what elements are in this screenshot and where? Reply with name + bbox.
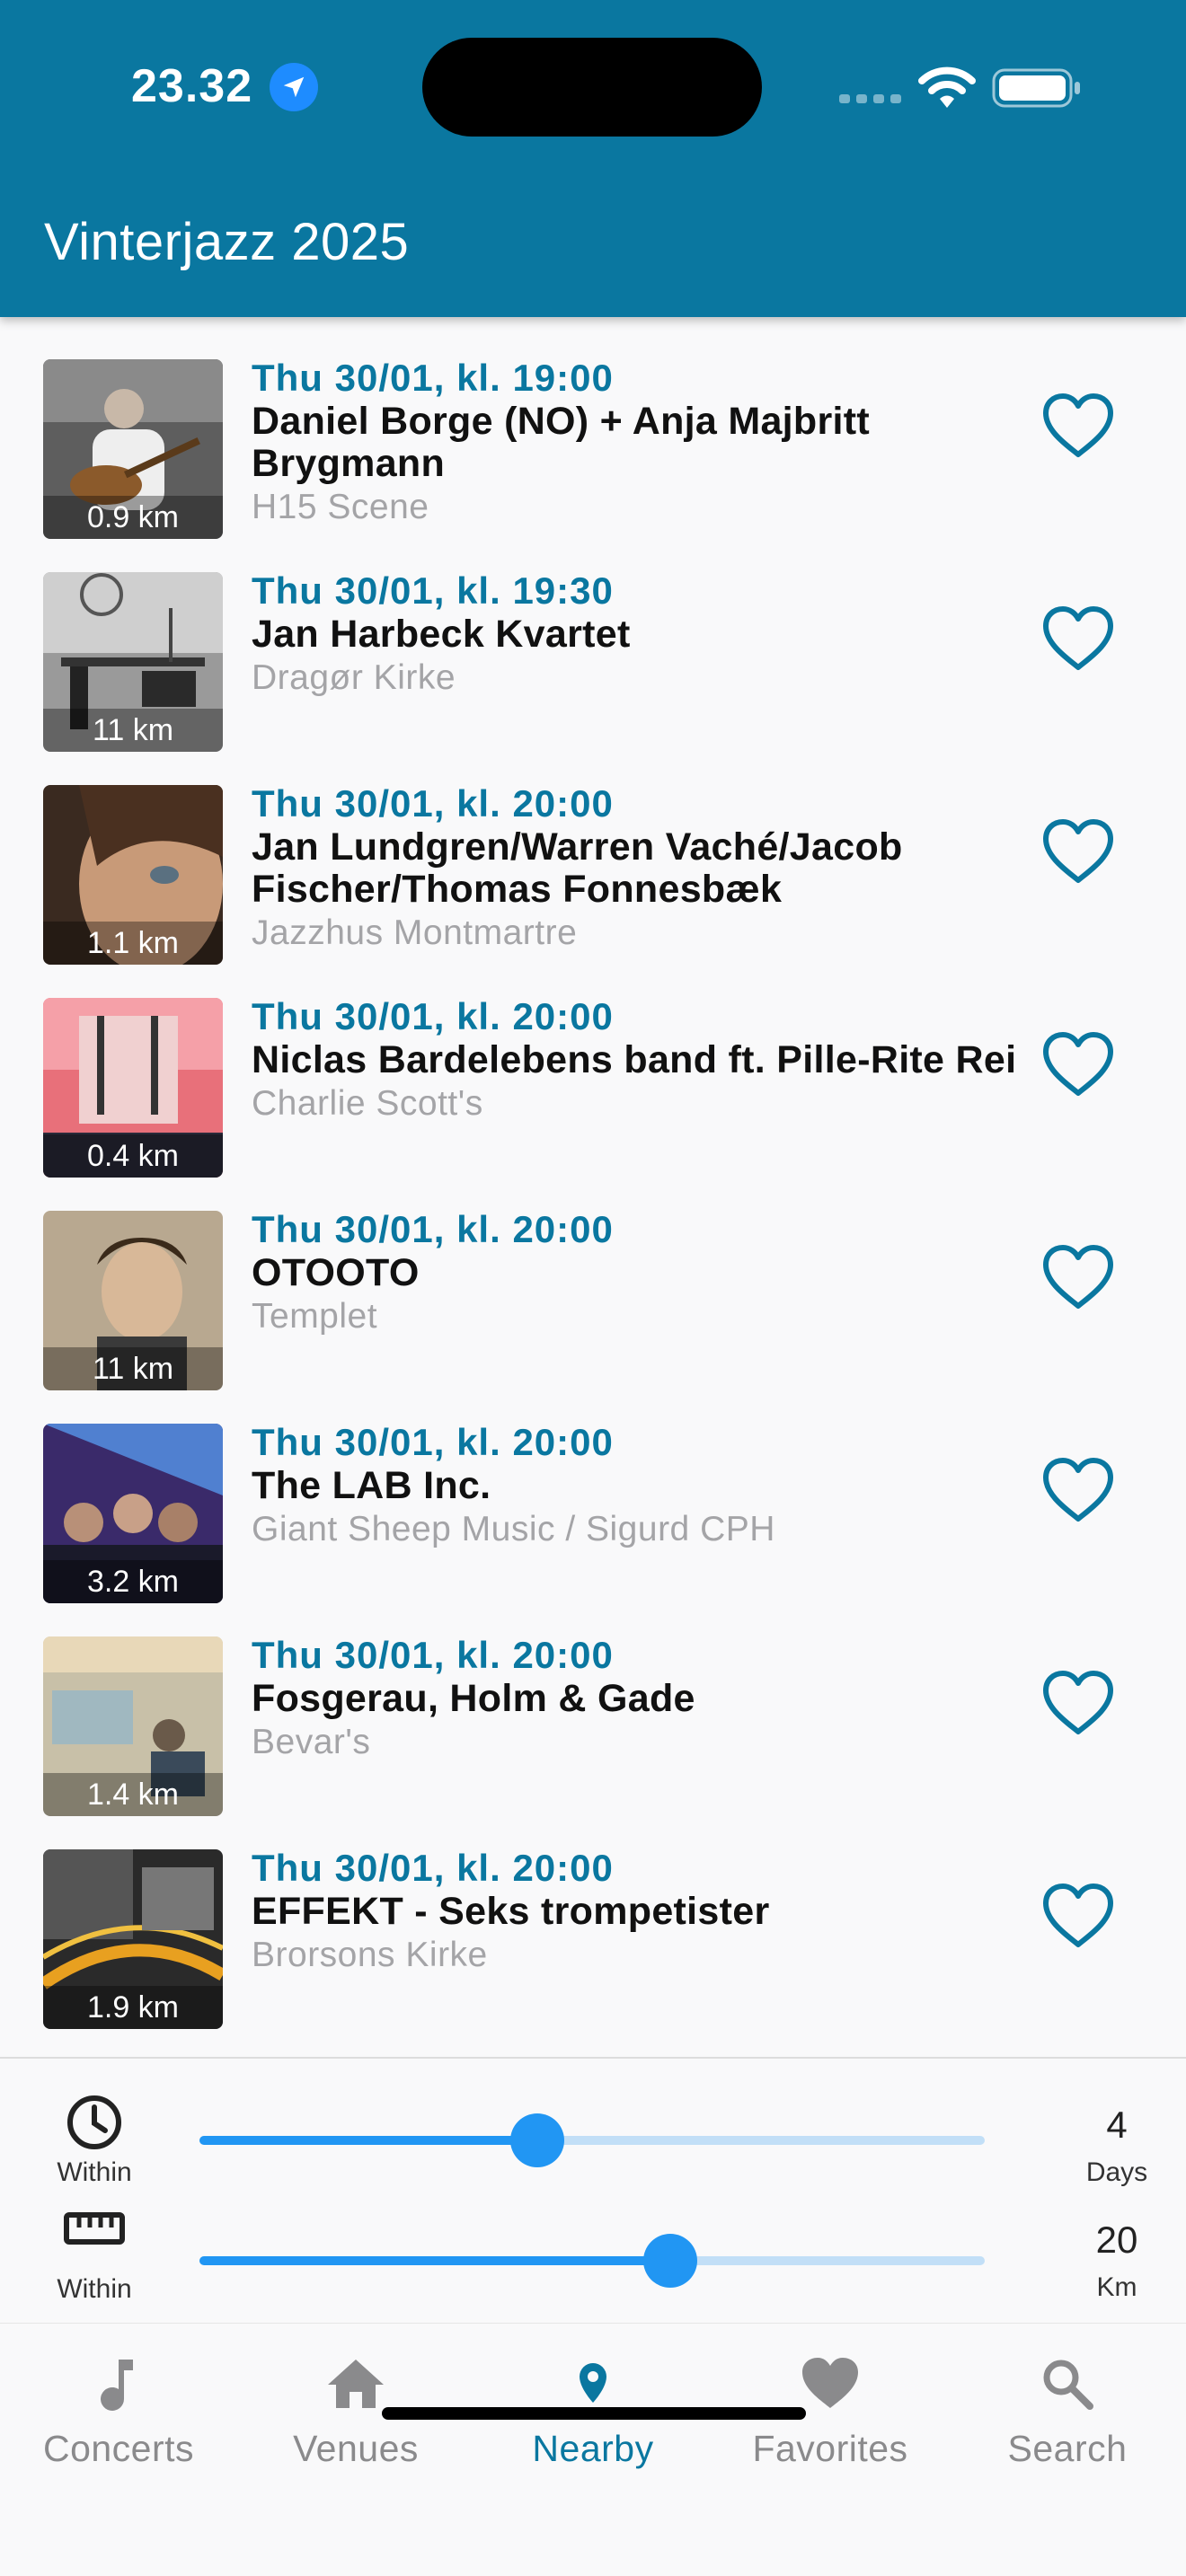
event-date: Thu 30/01, kl. 20:00 — [252, 1634, 614, 1676]
event-date: Thu 30/01, kl. 20:00 — [252, 995, 614, 1037]
km-slider-fill — [199, 2256, 670, 2265]
favorite-heart-icon[interactable] — [1040, 604, 1116, 673]
event-thumbnail: 0.9 km — [43, 359, 223, 539]
heart-icon — [802, 2358, 858, 2408]
event-row[interactable]: 11 km Thu 30/01, kl. 19:30 Jan Harbeck K… — [0, 569, 1186, 785]
event-row[interactable]: 0.9 km Thu 30/01, kl. 19:00 Daniel Borge… — [0, 357, 1186, 572]
event-venue: H15 Scene — [252, 488, 429, 526]
distance-label: 1.1 km — [43, 922, 223, 965]
time-filter-label: Within — [57, 2157, 132, 2187]
event-date: Thu 30/01, kl. 20:00 — [252, 1847, 614, 1889]
km-slider[interactable] — [199, 2234, 985, 2288]
wifi-icon — [918, 66, 976, 108]
nav-concerts[interactable]: Concerts — [0, 2352, 237, 2487]
dynamic-island — [422, 38, 762, 137]
distance-filter-label: Within — [57, 2274, 132, 2304]
event-row[interactable]: 0.4 km Thu 30/01, kl. 20:00 Niclas Barde… — [0, 995, 1186, 1211]
search-icon — [1043, 2360, 1093, 2410]
days-value: 4 — [1106, 2104, 1128, 2146]
event-title: Jan Harbeck Kvartet — [252, 613, 631, 656]
nav-label: Search — [1007, 2428, 1128, 2469]
distance-filter: Within 20 Km — [0, 2202, 1186, 2319]
days-unit: Days — [1085, 2157, 1148, 2187]
event-date: Thu 30/01, kl. 19:30 — [252, 569, 614, 612]
event-date: Thu 30/01, kl. 19:00 — [252, 357, 614, 399]
event-title: Daniel Borge (NO) + Anja Majbritt Brygma… — [252, 400, 871, 485]
ruler-icon — [64, 2212, 125, 2245]
app-header: 23.32 Vinterjazz 2025 — [0, 0, 1186, 317]
nav-nearby[interactable]: Nearby — [474, 2352, 712, 2487]
location-pin-icon — [580, 2363, 606, 2403]
event-row[interactable]: 1.9 km Thu 30/01, kl. 20:00 EFFEKT - Sek… — [0, 1847, 1186, 2062]
bottom-navigation: Concerts Venues Nearby Favorites Search — [0, 2323, 1186, 2576]
favorite-heart-icon[interactable] — [1040, 1243, 1116, 1311]
days-slider[interactable] — [199, 2113, 985, 2167]
event-title: EFFEKT - Seks trompetister — [252, 1890, 770, 1933]
event-date: Thu 30/01, kl. 20:00 — [252, 782, 614, 825]
status-time: 23.32 — [131, 60, 253, 112]
event-title: Niclas Bardelebens band ft. Pille-Rite R… — [252, 1038, 1017, 1081]
event-thumbnail: 11 km — [43, 1211, 223, 1390]
location-arrow-icon — [270, 63, 318, 111]
favorite-heart-icon[interactable] — [1040, 1456, 1116, 1524]
battery-icon — [992, 68, 1080, 108]
event-title: OTOOTO — [252, 1251, 420, 1294]
event-venue: Dragør Kirke — [252, 658, 456, 697]
event-thumbnail: 3.2 km — [43, 1424, 223, 1603]
nav-label: Nearby — [532, 2428, 654, 2469]
distance-label: 1.9 km — [43, 1986, 223, 2029]
distance-label: 0.9 km — [43, 496, 223, 539]
event-thumbnail: 1.4 km — [43, 1636, 223, 1816]
event-thumbnail: 0.4 km — [43, 998, 223, 1178]
home-indicator — [382, 2407, 806, 2420]
time-filter: Within 4 Days — [0, 2086, 1186, 2202]
event-thumbnail: 11 km — [43, 572, 223, 752]
music-note-icon — [101, 2360, 133, 2411]
distance-label: 0.4 km — [43, 1134, 223, 1178]
event-thumbnail: 1.9 km — [43, 1849, 223, 2029]
event-row[interactable]: 1.1 km Thu 30/01, kl. 20:00 Jan Lundgren… — [0, 782, 1186, 998]
event-row[interactable]: 3.2 km Thu 30/01, kl. 20:00 The LAB Inc.… — [0, 1421, 1186, 1636]
event-row[interactable]: 1.4 km Thu 30/01, kl. 20:00 Fosgerau, Ho… — [0, 1634, 1186, 1849]
event-venue: Giant Sheep Music / Sigurd CPH — [252, 1510, 775, 1548]
days-slider-fill — [199, 2136, 537, 2145]
nav-label: Favorites — [752, 2428, 908, 2469]
favorite-heart-icon[interactable] — [1040, 1669, 1116, 1737]
nav-venues[interactable]: Venues — [237, 2352, 474, 2487]
favorite-heart-icon[interactable] — [1040, 1882, 1116, 1950]
distance-label: 3.2 km — [43, 1560, 223, 1603]
event-venue: Templet — [252, 1297, 378, 1336]
nav-favorites[interactable]: Favorites — [712, 2352, 949, 2487]
clock-icon — [67, 2095, 121, 2149]
event-venue: Bevar's — [252, 1723, 371, 1761]
distance-label: 11 km — [43, 1347, 223, 1390]
event-venue: Charlie Scott's — [252, 1084, 483, 1123]
favorite-heart-icon[interactable] — [1040, 817, 1116, 886]
km-value: 20 — [1095, 2219, 1138, 2261]
event-date: Thu 30/01, kl. 20:00 — [252, 1208, 614, 1250]
event-row[interactable]: 11 km Thu 30/01, kl. 20:00 OTOOTO Temple… — [0, 1208, 1186, 1424]
nav-label: Concerts — [42, 2428, 195, 2469]
event-title: Jan Lundgren/Warren Vaché/Jacob Fischer/… — [252, 825, 903, 911]
cellular-signal-icon — [839, 94, 901, 103]
event-title: Fosgerau, Holm & Gade — [252, 1677, 695, 1720]
event-date: Thu 30/01, kl. 20:00 — [252, 1421, 614, 1463]
event-venue: Brorsons Kirke — [252, 1936, 488, 1974]
event-venue: Jazzhus Montmartre — [252, 913, 578, 952]
distance-label: 11 km — [43, 709, 223, 752]
favorite-heart-icon[interactable] — [1040, 1030, 1116, 1098]
days-slider-thumb[interactable] — [510, 2113, 564, 2167]
nav-label: Venues — [293, 2428, 419, 2469]
km-slider-thumb[interactable] — [643, 2234, 697, 2288]
nav-search[interactable]: Search — [949, 2352, 1186, 2487]
distance-label: 1.4 km — [43, 1773, 223, 1816]
event-title: The LAB Inc. — [252, 1464, 491, 1507]
km-unit: Km — [1096, 2272, 1137, 2302]
home-icon — [328, 2360, 384, 2408]
app-title: Vinterjazz 2025 — [44, 213, 410, 271]
filter-panel: Within 4 Days Within 20 Km — [0, 2057, 1186, 2323]
event-thumbnail: 1.1 km — [43, 785, 223, 965]
favorite-heart-icon[interactable] — [1040, 392, 1116, 460]
event-list: 0.9 km Thu 30/01, kl. 19:00 Daniel Borge… — [0, 357, 1186, 2062]
